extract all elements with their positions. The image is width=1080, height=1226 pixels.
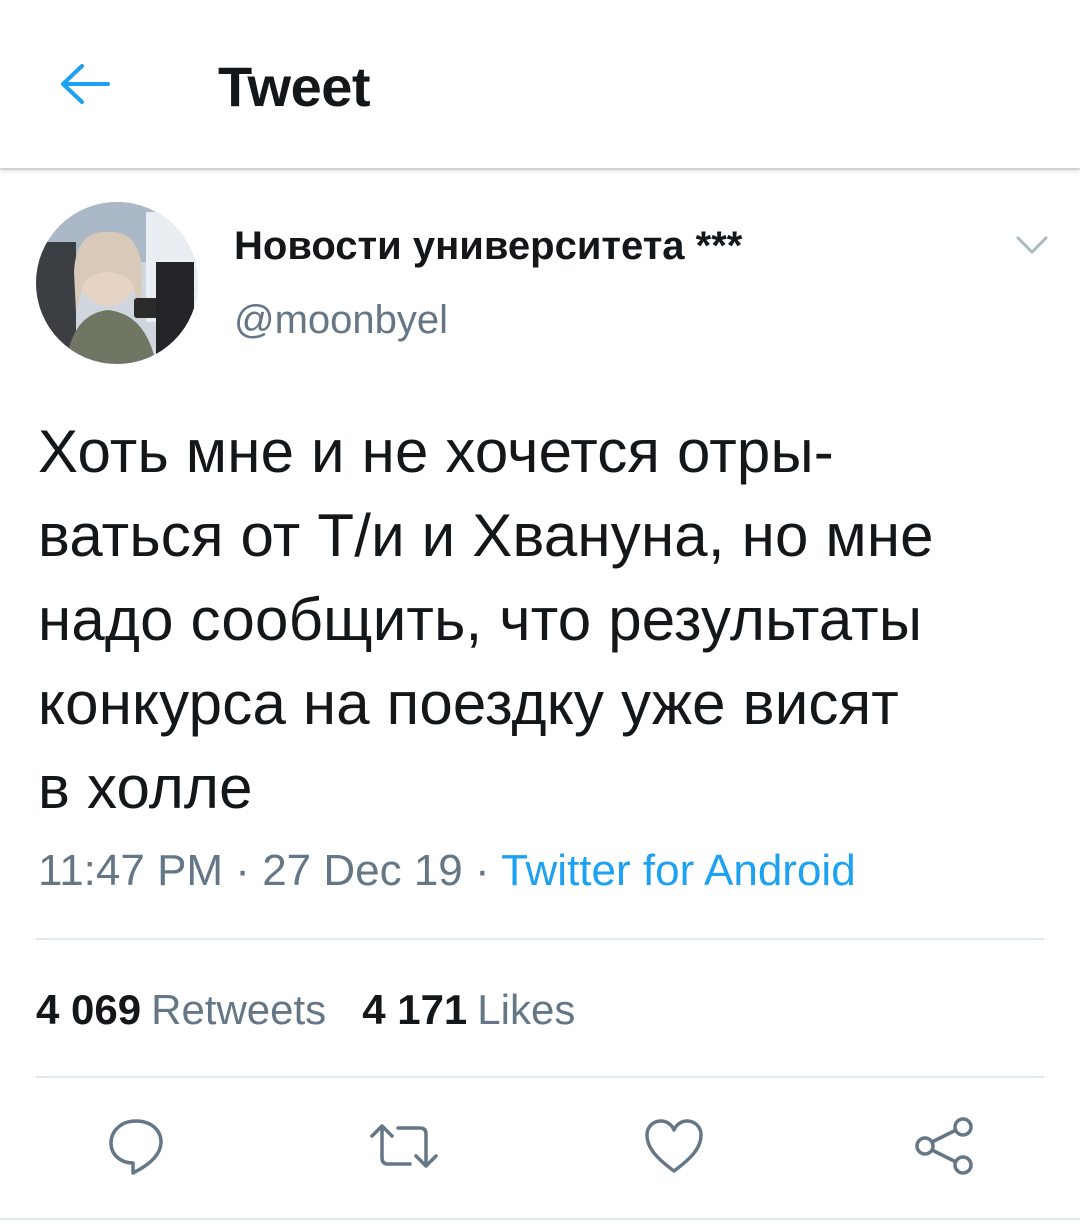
tweet-meta: 11:47 PM · 27 Dec 19 · Twitter for Andro… [38,846,856,896]
likes-label: Likes [477,986,576,1033]
reply-icon [105,1115,167,1182]
likes-count: 4 171 [362,986,468,1033]
retweets-label: Retweets [151,986,327,1033]
retweets-count: 4 069 [36,986,142,1033]
tweet-stats: 4 069 Retweets 4 171 Likes [36,986,575,1034]
like-icon [643,1117,705,1180]
meta-separator: · [223,846,263,895]
top-app-bar: Tweet [0,0,1080,168]
likes-stat[interactable]: 4 171 Likes [362,986,575,1033]
chevron-down-icon [1015,235,1049,260]
tweet-date: 27 Dec 19 [262,846,463,895]
bottom-divider [0,1218,1080,1220]
avatar[interactable] [36,202,198,364]
tweet-text: Хоть мне и не хочется отры- ваться от Т/… [38,418,934,821]
header-divider [0,168,1080,170]
tweet-actions [0,1110,1080,1186]
tweet-time: 11:47 PM [38,846,224,895]
like-button[interactable] [636,1110,712,1186]
retweet-button[interactable] [366,1110,442,1186]
stats-top-divider [36,938,1044,940]
tweet-source-link[interactable]: Twitter for Android [501,846,856,895]
share-icon [913,1115,975,1182]
avatar-image [36,202,198,364]
tweet-menu-button[interactable] [1012,230,1052,264]
stats-bottom-divider [36,1076,1044,1078]
back-button[interactable] [54,56,114,116]
reply-button[interactable] [98,1110,174,1186]
retweets-stat[interactable]: 4 069 Retweets [36,986,326,1033]
share-button[interactable] [906,1110,982,1186]
page-title: Tweet [218,55,371,118]
meta-separator: · [462,846,502,895]
display-name[interactable]: Новости университета *** [234,224,742,269]
retweet-icon [368,1118,440,1179]
user-handle[interactable]: @moonbyel [234,298,448,343]
arrow-left-icon [58,62,110,111]
